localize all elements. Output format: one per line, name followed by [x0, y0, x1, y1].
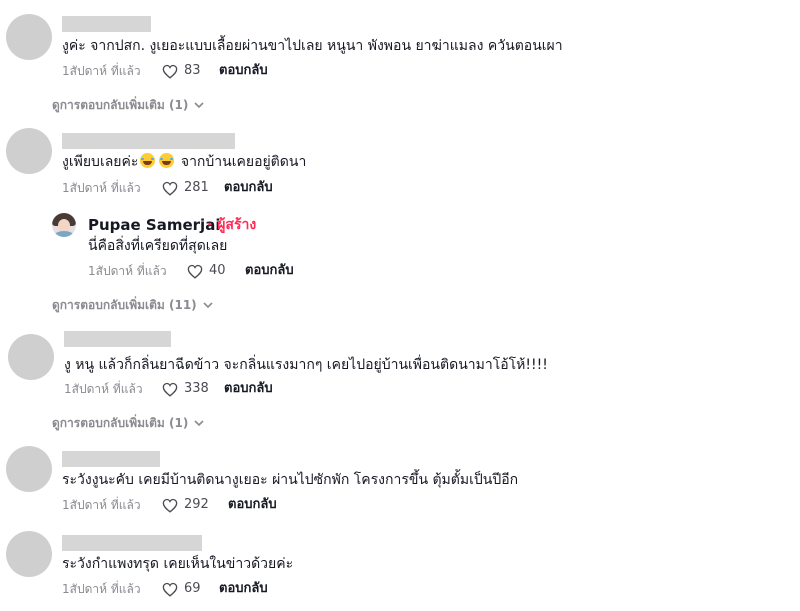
like-button[interactable]: 40: [187, 263, 226, 279]
heart-outline-icon: [162, 582, 178, 597]
creator-avatar[interactable]: [52, 213, 76, 237]
chevron-down-icon: [194, 101, 204, 108]
view-more-replies-label: ดูการตอบกลับเพิ่มเติม (1): [52, 416, 189, 430]
comment-text: ระวังกำแพงทรุด เคยเห็นในข่าวด้วยค่ะ: [62, 556, 294, 572]
chevron-down-icon: [194, 419, 204, 426]
heart-outline-icon: [162, 382, 178, 397]
reply-button[interactable]: ตอบกลับ: [224, 381, 273, 397]
reply-button[interactable]: ตอบกลับ: [224, 180, 273, 196]
username-redacted[interactable]: [62, 16, 151, 32]
username-redacted[interactable]: [64, 331, 171, 347]
comment-timestamp: 1สัปดาห์ ที่แล้ว: [62, 64, 141, 78]
like-count: 292: [184, 497, 209, 512]
comment-text-part: งูเพียบเลยค่ะ: [62, 154, 139, 170]
heart-outline-icon: [187, 264, 203, 279]
view-more-replies-label: ดูการตอบกลับเพิ่มเติม (1): [52, 98, 189, 112]
reply-button[interactable]: ตอบกลับ: [228, 497, 277, 513]
comment-text: งูเพียบเลยค่ะ จากบ้านเคยอยู่ติดนา: [62, 152, 306, 172]
like-button[interactable]: 338: [162, 381, 209, 397]
view-more-replies-button[interactable]: ดูการตอบกลับเพิ่มเติม (11): [52, 297, 213, 313]
grinning-face-with-tears-icon: [159, 153, 175, 168]
like-count: 83: [184, 63, 201, 78]
like-count: 281: [184, 180, 209, 195]
avatar-shirt: [54, 231, 74, 237]
reply-button[interactable]: ตอบกลับ: [219, 63, 268, 79]
like-count: 338: [184, 381, 209, 396]
comment-timestamp: 1สัปดาห์ ที่แล้ว: [62, 582, 141, 596]
reply-timestamp: 1สัปดาห์ ที่แล้ว: [88, 264, 167, 278]
comment-text: งู หนู แล้วก็กลิ่นยาฉีดข้าว จะกลิ่นแรงมา…: [64, 357, 548, 373]
view-more-replies-button[interactable]: ดูการตอบกลับเพิ่มเติม (1): [52, 97, 204, 113]
like-button[interactable]: 292: [162, 497, 209, 513]
comment-timestamp: 1สัปดาห์ ที่แล้ว: [62, 498, 141, 512]
avatar[interactable]: [6, 14, 52, 60]
like-count: 40: [209, 263, 226, 278]
like-button[interactable]: 69: [162, 581, 201, 597]
avatar[interactable]: [6, 531, 52, 577]
comment-timestamp: 1สัปดาห์ ที่แล้ว: [64, 382, 143, 396]
comment-text: ระวังงูนะคับ เคยมีบ้านติดนางูเยอะ ผ่านไป…: [62, 472, 519, 488]
comment-text: งูค่ะ จากปสก. งูเยอะแบบเลื้อยผ่านขาไปเลย…: [62, 38, 563, 54]
avatar[interactable]: [8, 334, 54, 380]
creator-badge: · ผู้สร้าง: [207, 217, 257, 233]
comment-timestamp: 1สัปดาห์ ที่แล้ว: [62, 181, 141, 195]
avatar[interactable]: [6, 446, 52, 492]
heart-outline-icon: [162, 64, 178, 79]
heart-outline-icon: [162, 181, 178, 196]
creator-name[interactable]: Pupae Samerjai: [88, 215, 220, 235]
reply-button[interactable]: ตอบกลับ: [245, 263, 294, 279]
avatar[interactable]: [6, 128, 52, 174]
username-redacted[interactable]: [62, 451, 160, 467]
view-more-replies-button[interactable]: ดูการตอบกลับเพิ่มเติม (1): [52, 415, 204, 431]
like-count: 69: [184, 581, 201, 596]
comment-text-part: จากบ้านเคยอยู่ติดนา: [180, 154, 307, 170]
view-more-replies-label: ดูการตอบกลับเพิ่มเติม (11): [52, 298, 197, 312]
like-button[interactable]: 83: [162, 63, 201, 79]
grinning-face-with-tears-icon: [140, 153, 156, 168]
reply-text: นี่คือสิ่งที่เครียดที่สุดเลย: [88, 238, 228, 254]
username-redacted[interactable]: [62, 535, 202, 551]
chevron-down-icon: [203, 301, 213, 308]
like-button[interactable]: 281: [162, 180, 209, 196]
username-redacted[interactable]: [62, 133, 235, 149]
reply-button[interactable]: ตอบกลับ: [219, 581, 268, 597]
heart-outline-icon: [162, 498, 178, 513]
